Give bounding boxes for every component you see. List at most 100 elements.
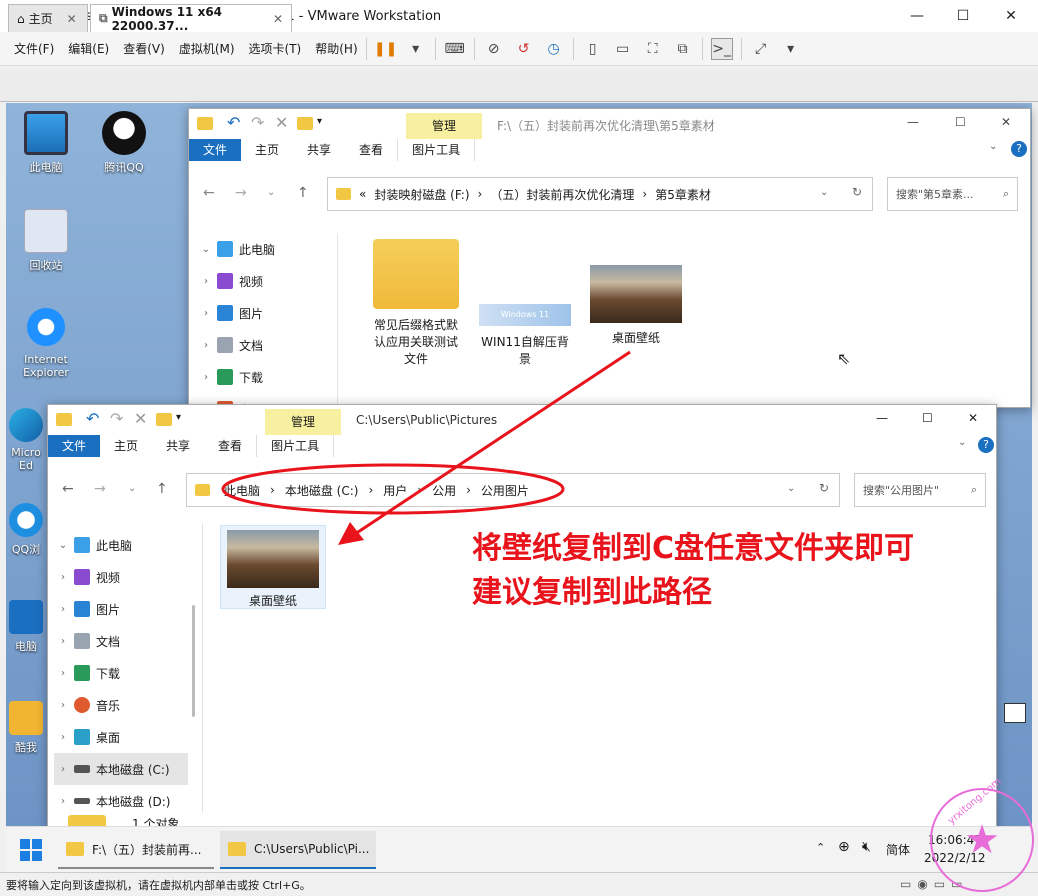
manage-tab[interactable]: 管理 bbox=[406, 113, 482, 139]
breadcrumb-current[interactable]: 第5章素材 bbox=[655, 186, 711, 203]
nav-item-pictures[interactable]: › 图片 bbox=[54, 593, 188, 625]
ribbon-tab-file[interactable]: 文件 bbox=[48, 435, 101, 457]
search-input[interactable]: 搜索"公用图片" ⌕ bbox=[854, 473, 986, 507]
minimize-button[interactable]: — bbox=[876, 411, 888, 425]
ime-indicator[interactable]: 简体 bbox=[886, 841, 910, 858]
nav-item-documents[interactable]: › 文档 bbox=[197, 329, 333, 361]
ribbon-tab-share[interactable]: 共享 bbox=[293, 139, 345, 161]
ribbon-tab-picture-tools[interactable]: 图片工具 bbox=[397, 139, 476, 161]
close-button[interactable]: ✕ bbox=[1001, 115, 1011, 129]
close-button[interactable]: ✕ bbox=[968, 411, 978, 425]
nav-item-music[interactable]: ›音乐 bbox=[54, 689, 188, 721]
refresh-icon[interactable]: ↻ bbox=[852, 185, 862, 199]
undo-icon[interactable]: ↶ bbox=[227, 113, 240, 132]
refresh-icon[interactable]: ↻ bbox=[819, 481, 829, 495]
tab-home[interactable]: ⌂ 主页 ✕ bbox=[8, 4, 88, 32]
ribbon-tab-home[interactable]: 主页 bbox=[241, 139, 293, 161]
desktop-icon-qq-browser[interactable]: QQ浏 bbox=[6, 503, 46, 557]
console-icon[interactable]: >_ bbox=[710, 37, 733, 60]
qat-dropdown-icon[interactable]: ▾ bbox=[176, 412, 181, 423]
desktop-icon-pc-manager[interactable]: 电脑 bbox=[6, 600, 46, 654]
menu-file[interactable]: 文件(F) bbox=[14, 40, 54, 57]
revert-snapshot-icon[interactable]: ↺ bbox=[513, 38, 535, 60]
address-bar[interactable]: « 封装映射磁盘 (F:) › （五）封装前再次优化清理 › 第5章素材 ⌄ ↻ bbox=[327, 177, 873, 211]
file-item-wallpaper[interactable]: 桌面壁纸 bbox=[220, 525, 326, 609]
undo-icon[interactable]: ↶ bbox=[86, 409, 99, 428]
delete-icon[interactable]: ✕ bbox=[275, 113, 288, 132]
thumbnail-bar-icon[interactable]: ▭ bbox=[612, 38, 634, 60]
new-folder-icon[interactable] bbox=[156, 413, 172, 426]
up-icon[interactable]: ↑ bbox=[297, 185, 309, 201]
ribbon-tab-file[interactable]: 文件 bbox=[189, 139, 242, 161]
desktop-icon-qq[interactable]: 腾讯QQ bbox=[89, 111, 159, 175]
up-icon[interactable]: ↑ bbox=[156, 481, 168, 497]
help-icon[interactable]: ? bbox=[1011, 141, 1027, 157]
nav-item-videos[interactable]: › 视频 bbox=[197, 265, 333, 297]
taskbar-item-public-pictures[interactable]: C:\Users\Public\Pi... bbox=[220, 831, 376, 869]
network-icon[interactable]: ⊕ bbox=[838, 839, 850, 855]
ribbon-tab-share[interactable]: 共享 bbox=[152, 435, 204, 457]
nav-item-documents[interactable]: › 文档 bbox=[54, 625, 188, 657]
desktop-icon-recycle-bin[interactable]: 回收站 bbox=[11, 209, 81, 273]
minimize-button[interactable]: — bbox=[894, 0, 940, 32]
nav-scrollbar[interactable] bbox=[192, 605, 195, 717]
maximize-button[interactable]: ☐ bbox=[955, 115, 966, 129]
nav-item-downloads[interactable]: › 下载 bbox=[197, 361, 333, 393]
help-icon[interactable]: ? bbox=[978, 437, 994, 453]
stretch-icon[interactable]: ⤢ bbox=[750, 38, 772, 60]
menu-help[interactable]: 帮助(H) bbox=[315, 40, 357, 57]
unity-icon[interactable]: ⧉ bbox=[672, 38, 694, 60]
breadcrumb-folder[interactable]: （五）封装前再次优化清理 bbox=[490, 186, 634, 203]
ribbon-expand-icon[interactable]: ⌄ bbox=[958, 437, 966, 448]
address-dropdown-icon[interactable]: ⌄ bbox=[820, 187, 828, 198]
recent-dropdown-icon[interactable]: ⌄ bbox=[267, 187, 275, 198]
pause-icon[interactable]: ❚❚ bbox=[374, 38, 397, 60]
vm-edge-button[interactable] bbox=[1004, 703, 1026, 723]
dropdown-icon[interactable]: ▾ bbox=[405, 38, 427, 60]
ribbon-tab-view[interactable]: 查看 bbox=[345, 139, 397, 161]
tray-overflow-icon[interactable]: ⌃ bbox=[816, 841, 825, 854]
sidebar-toggle-icon[interactable]: ▯ bbox=[582, 38, 604, 60]
ribbon-tab-view[interactable]: 查看 bbox=[204, 435, 256, 457]
maximize-button[interactable]: ☐ bbox=[922, 411, 933, 425]
stretch-dropdown-icon[interactable]: ▾ bbox=[780, 38, 802, 60]
start-icon[interactable] bbox=[20, 839, 42, 861]
nav-item-pictures[interactable]: › 图片 bbox=[197, 297, 333, 329]
desktop-icon-this-pc[interactable]: 此电脑 bbox=[11, 111, 81, 175]
speaker-muted-icon[interactable]: 🔇︎ bbox=[862, 839, 871, 855]
forward-icon[interactable]: → bbox=[94, 481, 106, 497]
redo-icon[interactable]: ↷ bbox=[110, 409, 123, 428]
desktop-icon-edge[interactable]: Micro Ed bbox=[6, 408, 46, 472]
menu-edit[interactable]: 编辑(E) bbox=[68, 40, 109, 57]
taskbar-item-f-drive[interactable]: F:\（五）封装前再... bbox=[58, 831, 214, 869]
menu-tabs[interactable]: 选项卡(T) bbox=[249, 40, 302, 57]
ribbon-expand-icon[interactable]: ⌄ bbox=[989, 141, 997, 152]
snapshot-manager-icon[interactable]: ◷ bbox=[543, 38, 565, 60]
menu-view[interactable]: 查看(V) bbox=[123, 40, 165, 57]
maximize-button[interactable]: ☐ bbox=[940, 0, 986, 32]
nav-item-c-drive[interactable]: › 本地磁盘 (C:) bbox=[54, 753, 188, 785]
nav-item-desktop[interactable]: › 桌面 bbox=[54, 721, 188, 753]
nav-item-d-drive[interactable]: › 本地磁盘 (D:) bbox=[54, 785, 188, 817]
back-icon[interactable]: ← bbox=[62, 481, 74, 497]
forward-icon[interactable]: → bbox=[235, 185, 247, 201]
close-tab-icon[interactable]: ✕ bbox=[273, 12, 283, 26]
send-ctrl-alt-del-icon[interactable]: ⌨ bbox=[444, 38, 466, 60]
desktop-icon-kuwo[interactable]: 酷我 bbox=[6, 701, 46, 755]
desktop-icon-ie[interactable]: Internet Explorer bbox=[11, 305, 81, 379]
file-item-wallpaper[interactable]: 桌面壁纸 bbox=[589, 265, 683, 346]
recent-dropdown-icon[interactable]: ⌄ bbox=[128, 483, 136, 494]
nav-item-this-pc[interactable]: ⌄ 此电脑 bbox=[197, 233, 333, 265]
ribbon-tab-home[interactable]: 主页 bbox=[100, 435, 152, 457]
new-folder-icon[interactable] bbox=[297, 117, 313, 130]
menu-vm[interactable]: 虚拟机(M) bbox=[179, 40, 235, 57]
minimize-button[interactable]: — bbox=[907, 115, 919, 129]
qat-dropdown-icon[interactable]: ▾ bbox=[317, 116, 322, 127]
ribbon-tab-picture-tools[interactable]: 图片工具 bbox=[256, 435, 335, 457]
redo-icon[interactable]: ↷ bbox=[251, 113, 264, 132]
address-dropdown-icon[interactable]: ⌄ bbox=[787, 483, 795, 494]
back-icon[interactable]: ← bbox=[203, 185, 215, 201]
nav-item-videos[interactable]: › 视频 bbox=[54, 561, 188, 593]
search-input[interactable]: 搜索"第5章素... ⌕ bbox=[887, 177, 1018, 211]
nav-item-this-pc[interactable]: ⌄ 此电脑 bbox=[54, 529, 188, 561]
